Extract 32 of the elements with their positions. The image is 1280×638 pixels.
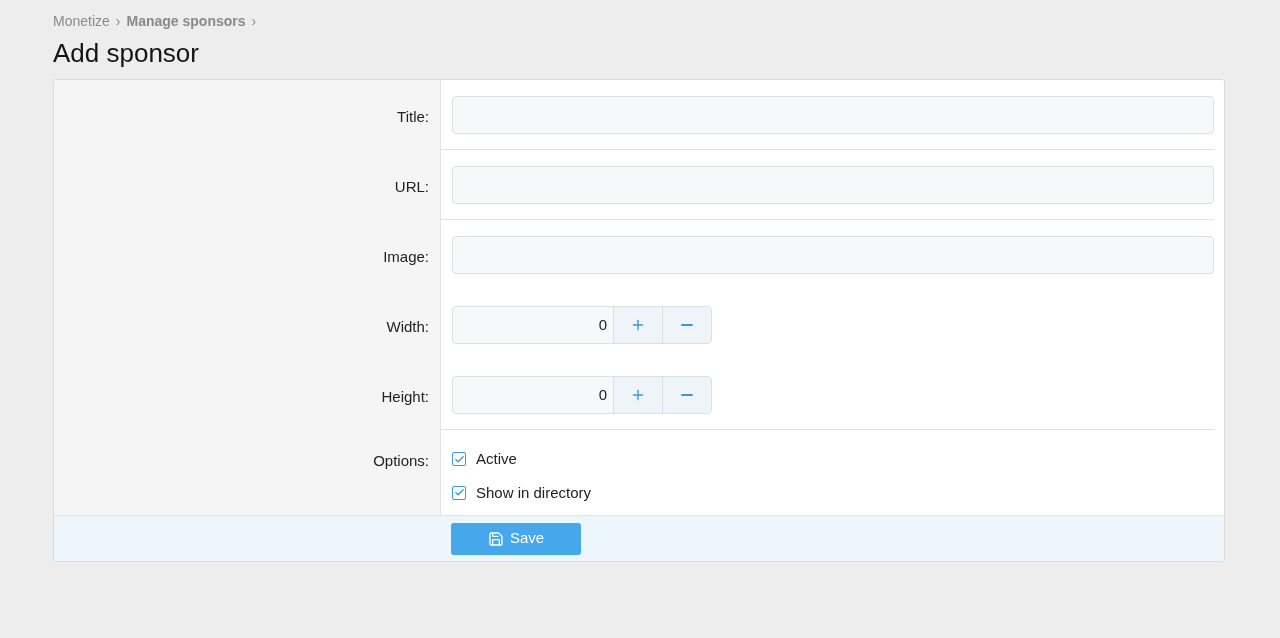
field-label: Title: xyxy=(397,107,429,127)
breadcrumb-separator: › xyxy=(251,11,257,31)
checkbox-label: Show in directory xyxy=(476,482,592,503)
field-label: URL: xyxy=(394,177,429,197)
save-button[interactable]: Save xyxy=(451,522,581,555)
page-title: Add sponsor xyxy=(53,37,200,69)
text-field[interactable] xyxy=(452,166,1214,204)
plus-icon xyxy=(630,387,646,403)
checkbox-label: Active xyxy=(476,449,517,469)
text-field[interactable] xyxy=(452,236,1214,274)
number-value: 0 xyxy=(597,314,608,335)
checkbox[interactable] xyxy=(452,452,466,467)
number-field[interactable]: 0 xyxy=(452,306,712,344)
checkbox[interactable] xyxy=(452,485,466,500)
text-field[interactable] xyxy=(452,96,1214,134)
decrement-button[interactable] xyxy=(662,377,711,413)
field-label: Height: xyxy=(381,387,429,407)
breadcrumb-separator: › xyxy=(115,11,121,31)
number-field[interactable]: 0 xyxy=(452,376,712,414)
field-label: Width: xyxy=(386,317,429,337)
minus-icon xyxy=(681,324,693,326)
breadcrumb-link[interactable]: Monetize xyxy=(53,10,110,32)
field-label: Options: xyxy=(373,451,429,471)
increment-button[interactable] xyxy=(613,377,662,413)
decrement-button[interactable] xyxy=(662,307,711,343)
increment-button[interactable] xyxy=(613,307,662,343)
save-icon xyxy=(487,530,504,547)
breadcrumb-link[interactable]: Manage sponsors xyxy=(126,10,246,32)
field-label: Image: xyxy=(383,247,429,267)
minus-icon xyxy=(681,394,693,396)
plus-icon xyxy=(630,317,646,333)
number-value: 0 xyxy=(597,384,608,405)
